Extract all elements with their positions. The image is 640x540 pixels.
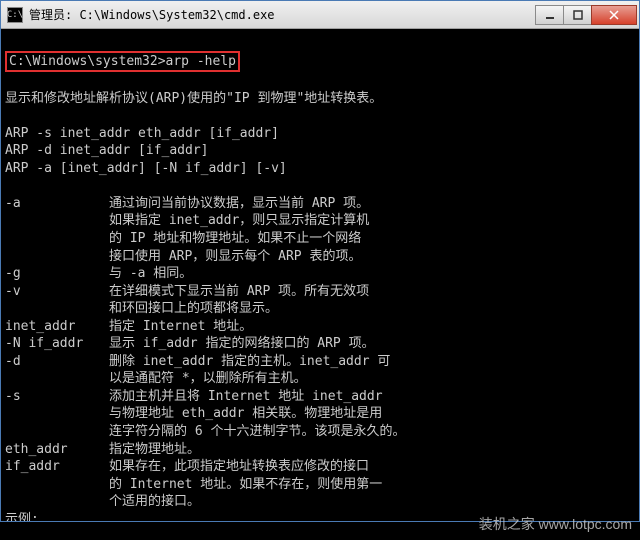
option-key: -a bbox=[5, 195, 109, 265]
syntax-line: ARP -a [inet_addr] [-N if_addr] [-v] bbox=[5, 161, 287, 176]
option-desc: 显示 if_addr 指定的网络接口的 ARP 项。 bbox=[109, 335, 635, 353]
option-row: -v在详细模式下显示当前 ARP 项。所有无效项 和环回接口上的项都将显示。 bbox=[5, 283, 635, 318]
minimize-button[interactable] bbox=[535, 5, 564, 25]
option-key: eth_addr bbox=[5, 441, 109, 459]
option-row: -g与 -a 相同。 bbox=[5, 265, 635, 283]
option-key: if_addr bbox=[5, 458, 109, 511]
close-button[interactable] bbox=[591, 5, 637, 25]
option-key: -d bbox=[5, 353, 109, 388]
syntax-line: ARP -d inet_addr [if_addr] bbox=[5, 143, 209, 158]
option-row: -s添加主机并且将 Internet 地址 inet_addr 与物理地址 et… bbox=[5, 388, 635, 441]
maximize-button[interactable] bbox=[563, 5, 592, 25]
cmd-icon: C:\ bbox=[7, 7, 23, 23]
intro-text: 显示和修改地址解析协议(ARP)使用的"IP 到物理"地址转换表。 bbox=[5, 91, 382, 106]
minimize-icon bbox=[545, 10, 555, 20]
maximize-icon bbox=[573, 10, 583, 20]
window-controls bbox=[536, 5, 637, 25]
close-icon bbox=[609, 10, 619, 20]
option-row: -a通过询问当前协议数据，显示当前 ARP 项。 如果指定 inet_addr，… bbox=[5, 195, 635, 265]
option-row: inet_addr指定 Internet 地址。 bbox=[5, 318, 635, 336]
watermark: 装机之家 www.lotpc.com bbox=[479, 514, 632, 534]
option-key: -v bbox=[5, 283, 109, 318]
title-text: 管理员: C:\Windows\System32\cmd.exe bbox=[29, 6, 536, 23]
option-row: -N if_addr显示 if_addr 指定的网络接口的 ARP 项。 bbox=[5, 335, 635, 353]
option-desc: 删除 inet_addr 指定的主机。inet_addr 可 以是通配符 *，以… bbox=[109, 353, 635, 388]
option-key: -s bbox=[5, 388, 109, 441]
option-desc: 如果存在，此项指定地址转换表应修改的接口 的 Internet 地址。如果不存在… bbox=[109, 458, 635, 511]
option-row: eth_addr指定物理地址。 bbox=[5, 441, 635, 459]
option-key: inet_addr bbox=[5, 318, 109, 336]
cmd-window: C:\ 管理员: C:\Windows\System32\cmd.exe C:\… bbox=[0, 0, 640, 522]
option-desc: 通过询问当前协议数据，显示当前 ARP 项。 如果指定 inet_addr，则只… bbox=[109, 195, 635, 265]
examples-header: 示例: bbox=[5, 512, 39, 521]
option-desc: 添加主机并且将 Internet 地址 inet_addr 与物理地址 eth_… bbox=[109, 388, 635, 441]
option-key: -g bbox=[5, 265, 109, 283]
terminal-output[interactable]: C:\Windows\system32>arp -help 显示和修改地址解析协… bbox=[1, 29, 639, 521]
option-desc: 指定 Internet 地址。 bbox=[109, 318, 635, 336]
option-row: if_addr如果存在，此项指定地址转换表应修改的接口 的 Internet 地… bbox=[5, 458, 635, 511]
option-desc: 指定物理地址。 bbox=[109, 441, 635, 459]
option-key: -N if_addr bbox=[5, 335, 109, 353]
option-row: -d删除 inet_addr 指定的主机。inet_addr 可 以是通配符 *… bbox=[5, 353, 635, 388]
option-desc: 在详细模式下显示当前 ARP 项。所有无效项 和环回接口上的项都将显示。 bbox=[109, 283, 635, 318]
option-desc: 与 -a 相同。 bbox=[109, 265, 635, 283]
highlighted-command: C:\Windows\system32>arp -help bbox=[5, 51, 240, 73]
syntax-line: ARP -s inet_addr eth_addr [if_addr] bbox=[5, 126, 279, 141]
titlebar[interactable]: C:\ 管理员: C:\Windows\System32\cmd.exe bbox=[1, 1, 639, 29]
